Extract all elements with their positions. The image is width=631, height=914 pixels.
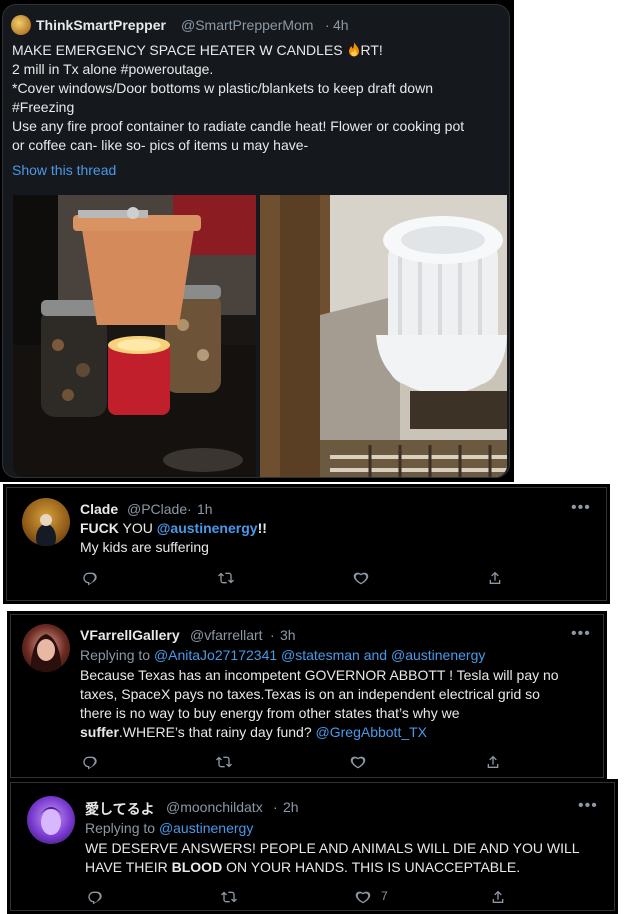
avatar[interactable] [22, 498, 70, 546]
reply-icon[interactable] [82, 568, 102, 588]
tweet-line-text: .WHERE’s that rainy day fund? [118, 724, 316, 740]
tweet-card-inner[interactable]: ThinkSmartPrepper @SmartPrepperMom · 4h … [2, 4, 510, 478]
mention-link[interactable]: @austinenergy [157, 520, 258, 536]
timestamp[interactable]: 3h [280, 627, 296, 643]
mention-link[interactable]: @austinenergy [159, 820, 253, 836]
tweet-line-text: RT! [360, 42, 383, 58]
replying-label: Replying to [80, 647, 151, 663]
more-options-icon[interactable]: ••• [571, 499, 591, 517]
share-icon[interactable] [487, 568, 507, 588]
tweet-line: MAKE EMERGENCY SPACE HEATER W CANDLES RT… [12, 41, 464, 60]
tweet-line-text: !! [257, 520, 267, 536]
mention-link[interactable]: @statesman [281, 647, 360, 663]
tweet-card-think-smart-prepper: ThinkSmartPrepper @SmartPrepperMom · 4h … [0, 0, 514, 482]
photo-plastic-container[interactable] [260, 195, 507, 477]
user-handle[interactable]: @PClade [127, 501, 187, 517]
retweet-icon[interactable] [216, 752, 236, 772]
tweet-text: FUCK YOU @austinenergy!! My kids are suf… [80, 519, 267, 557]
tweet-line-text: YOU [118, 520, 157, 536]
tweet-text: MAKE EMERGENCY SPACE HEATER W CANDLES RT… [12, 41, 464, 155]
separator-dot: · [325, 17, 330, 33]
separator-dot: · [273, 799, 278, 815]
display-name[interactable]: VFarrellGallery [80, 627, 180, 643]
avatar[interactable] [27, 796, 75, 844]
mention-link[interactable]: @GregAbbott_TX [316, 724, 428, 740]
tweet-line: 2 mill in Tx alone #poweroutage. [12, 61, 214, 77]
timestamp[interactable]: 1h [197, 501, 213, 517]
tweet-line: suffer.WHERE’s that rainy day fund? @Gre… [80, 723, 559, 742]
like-count: 7 [381, 889, 388, 903]
bold-word: suffer [80, 724, 119, 740]
more-options-icon[interactable]: ••• [578, 797, 598, 815]
user-handle[interactable]: @moonchildatx [166, 799, 263, 815]
timestamp[interactable]: 4h [333, 17, 349, 33]
show-thread-link[interactable]: Show this thread [12, 161, 116, 180]
tweet-line: #Freezing [12, 99, 75, 115]
display-name[interactable]: ThinkSmartPrepper [36, 17, 166, 33]
mention-link[interactable]: @austinenergy [391, 647, 485, 663]
tweet-card-moonchildatx[interactable]: 愛してるよ @moonchildatx · 2h ••• Replying to… [7, 779, 618, 914]
tweet-line: Because Texas has an incompetent GOVERNO… [80, 667, 559, 683]
photo-clay-pot-candle[interactable] [13, 195, 256, 477]
tweet-text: WE DESERVE ANSWERS! PEOPLE AND ANIMALS W… [85, 839, 580, 877]
tweet-actions [82, 752, 512, 772]
bold-word: FUCK [80, 520, 119, 536]
share-icon[interactable] [485, 752, 505, 772]
avatar[interactable] [11, 15, 31, 35]
tweet-text: Because Texas has an incompetent GOVERNO… [80, 666, 559, 742]
display-name[interactable]: 愛してるよ [85, 799, 155, 819]
tweet-line: *Cover windows/Door bottoms w plastic/bl… [12, 80, 433, 96]
tweet-line: or coffee can- like so- pics of items u … [12, 137, 309, 153]
tweet-line: taxes, SpaceX pays no taxes.Texas is on … [80, 686, 540, 702]
user-handle[interactable]: @vfarrellart [190, 627, 263, 643]
tweet-actions [82, 568, 512, 588]
tweet-line: HAVE THEIR BLOOD ON YOUR HANDS. THIS IS … [85, 858, 580, 877]
retweet-icon[interactable] [218, 568, 238, 588]
retweet-icon[interactable] [221, 887, 241, 907]
avatar[interactable] [22, 624, 70, 672]
like-icon[interactable] [353, 568, 373, 588]
replying-label: Replying to [85, 820, 156, 836]
tweet-line-text: HAVE THEIR [85, 859, 172, 875]
tweet-card-vfarrellgallery[interactable]: VFarrellGallery @vfarrellart · 3h ••• Re… [7, 611, 607, 781]
tweet-line-text: ON YOUR HANDS. THIS IS UNACCEPTABLE. [222, 859, 521, 875]
fire-emoji-icon [347, 42, 361, 57]
replying-to: Replying to @AnitaJo27172341 @statesman … [80, 646, 485, 665]
tweet-line: there is no way to buy energy from other… [80, 705, 460, 721]
tweet-line-text: MAKE EMERGENCY SPACE HEATER W CANDLES [12, 42, 343, 58]
mention-link[interactable]: @AnitaJo27172341 [154, 647, 277, 663]
timestamp[interactable]: 2h [283, 799, 299, 815]
tweet-line: WE DESERVE ANSWERS! PEOPLE AND ANIMALS W… [85, 840, 580, 856]
reply-icon[interactable] [82, 752, 102, 772]
like-icon[interactable] [350, 752, 370, 772]
reply-icon[interactable] [87, 887, 107, 907]
bold-word: BLOOD [171, 859, 223, 875]
user-handle[interactable]: @SmartPrepperMom [181, 17, 313, 33]
display-name[interactable]: Clade [80, 501, 118, 517]
separator-dot: · [270, 627, 275, 643]
more-options-icon[interactable]: ••• [571, 625, 591, 643]
tweet-line: My kids are suffering [80, 539, 209, 555]
tweet-media[interactable] [13, 195, 507, 477]
like-icon[interactable]: 7 [355, 887, 388, 907]
tweet-actions: 7 [87, 887, 517, 907]
replying-to: Replying to @austinenergy [85, 819, 253, 838]
share-icon[interactable] [490, 887, 510, 907]
separator-dot: · [187, 501, 192, 517]
tweet-line: FUCK YOU @austinenergy!! [80, 519, 267, 538]
tweet-line: Use any fire proof container to radiate … [12, 118, 465, 134]
replying-and: and [363, 647, 388, 663]
tweet-card-clade[interactable]: Clade @PClade · 1h ••• FUCK YOU @austine… [3, 484, 610, 604]
